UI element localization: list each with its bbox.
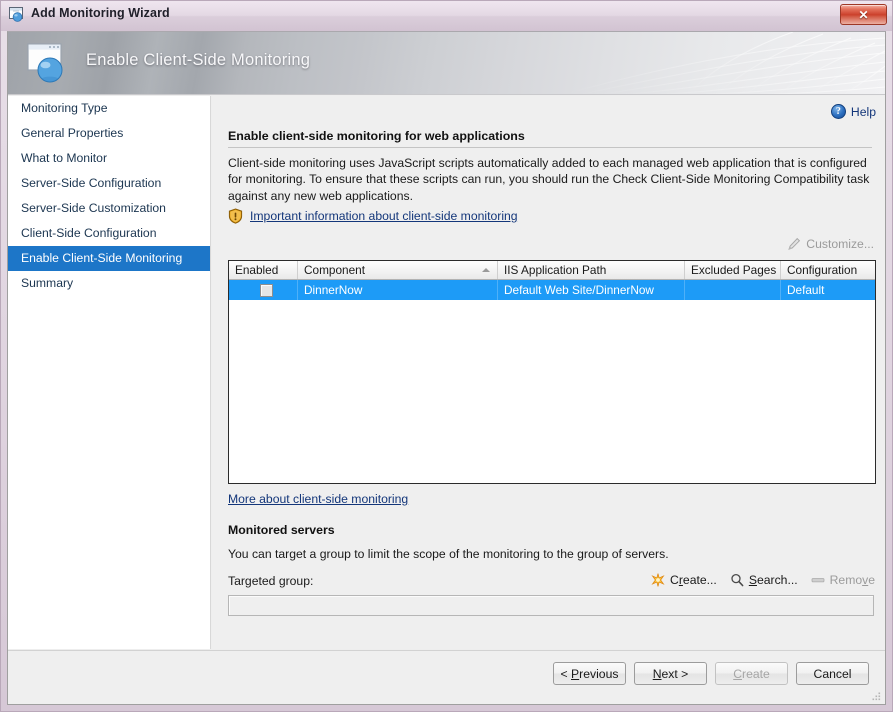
wizard-steps-sidebar: Monitoring Type General Properties What … (8, 96, 211, 649)
help-link[interactable]: ? Help (831, 104, 876, 119)
magnifier-icon (730, 573, 744, 587)
grid-cell-iis-application-path: Default Web Site/DinnerNow (498, 280, 685, 300)
targeted-group-label: Targeted group: (228, 574, 313, 588)
grid-header-component[interactable]: Component (298, 261, 498, 279)
create-button: Create (715, 662, 788, 685)
components-grid[interactable]: Enabled Component IIS Application Path E… (228, 260, 876, 484)
sidebar-item-what-to-monitor[interactable]: What to Monitor (8, 146, 210, 171)
important-information-label: Important information about client-side … (250, 209, 518, 223)
wizard-window: Add Monitoring Wizard ✕ (0, 0, 893, 712)
search-group-label: Search... (749, 573, 798, 587)
sort-ascending-icon (482, 268, 490, 272)
grid-header-row: Enabled Component IIS Application Path E… (229, 261, 875, 280)
section-description: Client-side monitoring uses JavaScript s… (228, 155, 876, 204)
cancel-button[interactable]: Cancel (796, 662, 869, 685)
banner-sphere-icon (24, 40, 76, 88)
banner-heading: Enable Client-Side Monitoring (86, 51, 310, 70)
star-burst-icon (651, 573, 665, 587)
shield-warning-icon (228, 208, 243, 224)
close-icon: ✕ (858, 9, 868, 21)
grid-cell-component: DinnerNow (298, 280, 498, 300)
section-divider (228, 147, 872, 148)
wizard-buttons: < Previous Next > Create Cancel (553, 662, 869, 685)
grid-cell-enabled (229, 280, 298, 300)
footer-bar: < Previous Next > Create Cancel (8, 650, 885, 704)
resize-grip-icon[interactable] (870, 690, 882, 702)
grid-cell-configuration: Default (781, 280, 875, 300)
next-button[interactable]: Next > (634, 662, 707, 685)
wizard-banner: Enable Client-Side Monitoring (8, 32, 885, 95)
important-information-link[interactable]: Important information about client-side … (228, 208, 518, 224)
window-sphere-icon (8, 6, 26, 23)
enabled-checkbox[interactable] (260, 284, 273, 297)
monitored-servers-title: Monitored servers (228, 523, 335, 537)
sidebar-item-general-properties[interactable]: General Properties (8, 121, 210, 146)
grid-cell-excluded-pages (685, 280, 781, 300)
grid-header-enabled[interactable]: Enabled (229, 261, 298, 279)
search-group-button[interactable]: Search... (730, 573, 798, 587)
main-pane: ? Help Enable client-side monitoring for… (212, 96, 885, 649)
remove-bar-icon (811, 573, 825, 587)
targeted-group-input[interactable] (228, 595, 874, 616)
sidebar-item-client-side-configuration[interactable]: Client-Side Configuration (8, 221, 210, 246)
previous-button[interactable]: < Previous (553, 662, 626, 685)
remove-group-label: Remove (830, 573, 875, 587)
sidebar-item-server-side-customization[interactable]: Server-Side Customization (8, 196, 210, 221)
monitored-servers-description: You can target a group to limit the scop… (228, 547, 669, 561)
sidebar-item-monitoring-type[interactable]: Monitoring Type (8, 96, 210, 121)
title-bar: Add Monitoring Wizard ✕ (1, 1, 892, 31)
help-label: Help (851, 105, 876, 119)
create-group-label: Create... (670, 573, 717, 587)
grid-header-component-label: Component (304, 263, 365, 277)
help-circle-icon: ? (831, 104, 846, 119)
banner-mesh-decoration (555, 32, 885, 95)
table-row[interactable]: DinnerNow Default Web Site/DinnerNow Def… (229, 280, 875, 300)
grid-header-iis-application-path[interactable]: IIS Application Path (498, 261, 685, 279)
create-group-button[interactable]: Create... (651, 573, 717, 587)
group-actions: Create... Search... Remove (651, 573, 875, 587)
sidebar-item-summary[interactable]: Summary (8, 271, 210, 296)
customize-button[interactable]: Customize... (787, 237, 874, 251)
close-button[interactable]: ✕ (840, 4, 887, 25)
more-about-link[interactable]: More about client-side monitoring (228, 492, 408, 506)
remove-group-button[interactable]: Remove (811, 573, 875, 587)
grid-header-excluded-pages[interactable]: Excluded Pages (685, 261, 781, 279)
sidebar-item-enable-client-side-monitoring[interactable]: Enable Client-Side Monitoring (8, 246, 210, 271)
section-title: Enable client-side monitoring for web ap… (228, 129, 525, 143)
client-area: Enable Client-Side Monitoring Monitoring… (7, 31, 886, 705)
grid-header-configuration[interactable]: Configuration (781, 261, 875, 279)
pencil-icon (787, 237, 801, 251)
customize-label: Customize... (806, 237, 874, 251)
window-title: Add Monitoring Wizard (31, 6, 170, 20)
sidebar-item-server-side-configuration[interactable]: Server-Side Configuration (8, 171, 210, 196)
